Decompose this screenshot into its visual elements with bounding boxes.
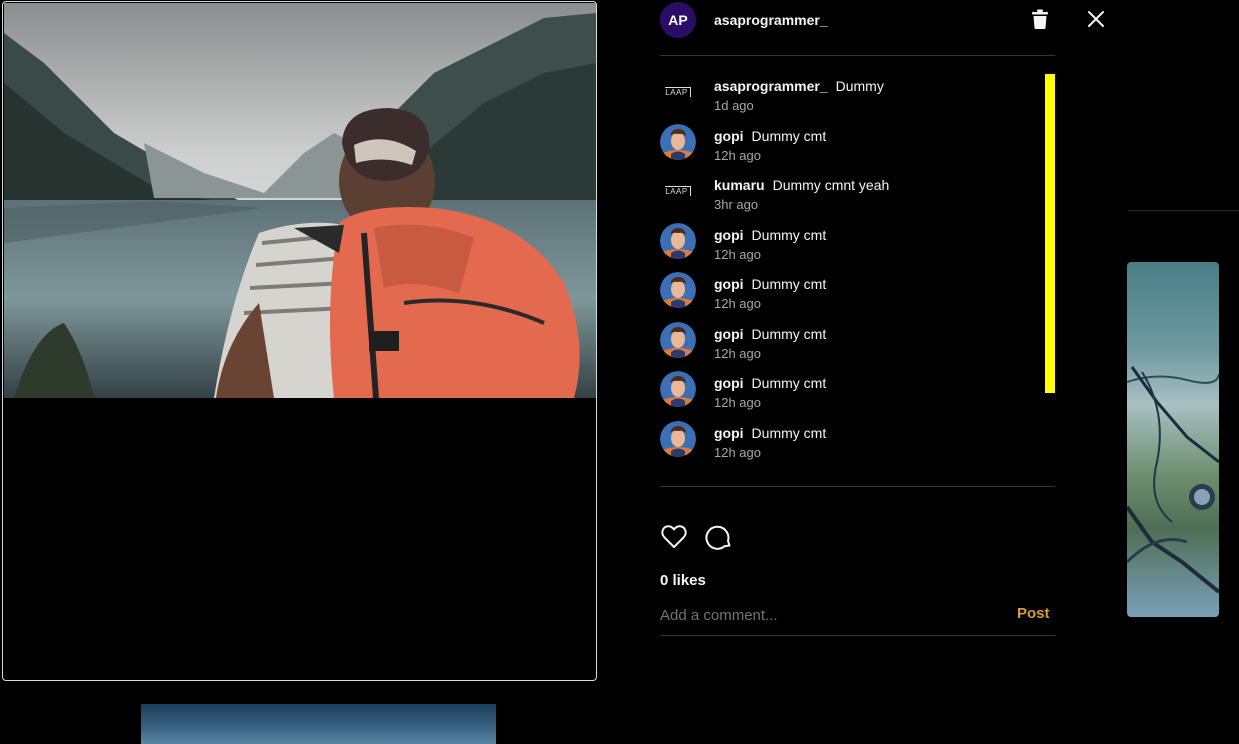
post-comment-button[interactable]: Post xyxy=(1017,605,1050,622)
comment-item: gopi Dummy cmt 12h ago xyxy=(660,322,1040,362)
comment-timestamp: 12h ago xyxy=(714,148,761,163)
comment-line: gopi Dummy cmt xyxy=(714,128,826,144)
comment-text: Dummy cmt xyxy=(751,375,827,391)
comment-timestamp: 12h ago xyxy=(714,445,761,460)
comment-username[interactable]: kumaru xyxy=(714,177,765,193)
comment-bubble-icon[interactable] xyxy=(705,523,733,551)
comment-timestamp: 12h ago xyxy=(714,296,761,311)
user-avatar[interactable] xyxy=(660,371,696,407)
comment-text: Dummy cmt xyxy=(751,326,827,342)
laap-logo-avatar[interactable]: LAAP xyxy=(660,74,696,110)
comment-item: gopi Dummy cmt 12h ago xyxy=(660,371,1040,411)
comment-username[interactable]: gopi xyxy=(714,375,744,391)
comment-text: Dummy cmnt yeah xyxy=(772,177,890,193)
comment-timestamp: 12h ago xyxy=(714,395,761,410)
comment-timestamp: 3hr ago xyxy=(714,197,759,212)
comment-line: gopi Dummy cmt xyxy=(714,227,826,243)
comment-timestamp: 12h ago xyxy=(714,247,761,262)
comment-item: gopi Dummy cmt 12h ago xyxy=(660,124,1040,164)
comment-line: gopi Dummy cmt xyxy=(714,425,826,441)
comment-line: asaprogrammer_ Dummy xyxy=(714,78,884,94)
user-avatar[interactable] xyxy=(660,421,696,457)
user-avatar[interactable] xyxy=(660,223,696,259)
comment-item: LAAP asaprogrammer_ Dummy 1d ago xyxy=(660,74,1040,114)
author-avatar[interactable]: AP xyxy=(660,2,696,38)
heart-icon[interactable] xyxy=(660,523,688,551)
comment-line: gopi Dummy cmt xyxy=(714,375,826,391)
comments-scrollbar[interactable] xyxy=(1045,74,1055,393)
likes-count[interactable]: 0 likes xyxy=(660,572,706,589)
feed-post-image-next[interactable] xyxy=(141,704,496,744)
comment-username[interactable]: gopi xyxy=(714,276,744,292)
comment-text: Dummy cmt xyxy=(751,227,827,243)
comment-username[interactable]: asaprogrammer_ xyxy=(714,78,828,94)
author-username[interactable]: asaprogrammer_ xyxy=(714,12,828,28)
comment-item: gopi Dummy cmt 12h ago xyxy=(660,272,1040,312)
comment-line: gopi Dummy cmt xyxy=(714,326,826,342)
comment-username[interactable]: gopi xyxy=(714,227,744,243)
feed-divider xyxy=(1128,210,1239,211)
post-image-panel xyxy=(2,1,597,681)
input-divider xyxy=(660,635,1055,636)
comment-line: kumaru Dummy cmnt yeah xyxy=(714,177,889,193)
comment-text: Dummy cmt xyxy=(751,128,827,144)
comments-list[interactable]: LAAP asaprogrammer_ Dummy 1d ago gopi Dummy c… xyxy=(660,74,1055,484)
laap-logo-avatar[interactable]: LAAP xyxy=(660,173,696,209)
feed-post-image[interactable] xyxy=(1127,262,1219,617)
comment-timestamp: 12h ago xyxy=(714,346,761,361)
comment-item: LAAP kumaru Dummy cmnt yeah 3hr ago xyxy=(660,173,1040,213)
section-divider xyxy=(660,486,1055,487)
user-avatar[interactable] xyxy=(660,322,696,358)
user-avatar[interactable] xyxy=(660,272,696,308)
comment-text: Dummy cmt xyxy=(751,276,827,292)
close-icon[interactable] xyxy=(1086,9,1106,29)
trash-icon[interactable] xyxy=(1031,9,1049,29)
comment-timestamp: 1d ago xyxy=(714,98,754,113)
comment-line: gopi Dummy cmt xyxy=(714,276,826,292)
comment-text: Dummy xyxy=(835,78,884,94)
post-photo xyxy=(4,3,596,398)
post-header: AP asaprogrammer_ xyxy=(660,0,1055,56)
comment-item: gopi Dummy cmt 12h ago xyxy=(660,223,1040,263)
comment-username[interactable]: gopi xyxy=(714,128,744,144)
user-avatar[interactable] xyxy=(660,124,696,160)
comment-item: gopi Dummy cmt 12h ago xyxy=(660,421,1040,461)
comment-username[interactable]: gopi xyxy=(714,326,744,342)
comment-text: Dummy cmt xyxy=(751,425,827,441)
comment-input[interactable] xyxy=(660,604,1000,626)
comment-username[interactable]: gopi xyxy=(714,425,744,441)
